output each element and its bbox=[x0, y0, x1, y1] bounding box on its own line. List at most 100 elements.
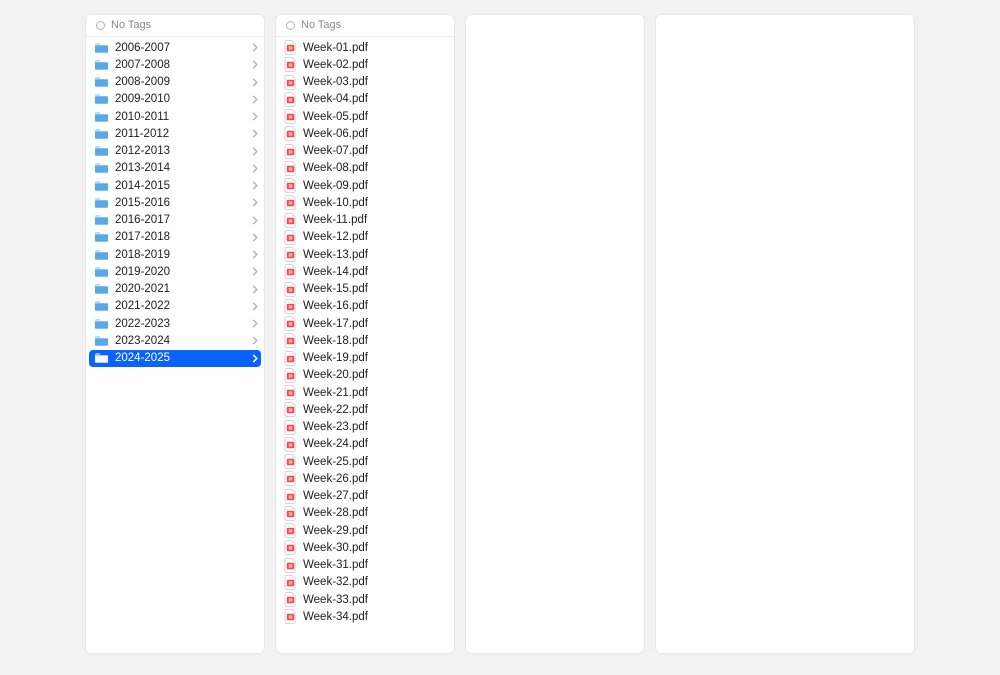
file-row[interactable]: Week-26.pdf bbox=[276, 470, 454, 487]
file-row[interactable]: Week-16.pdf bbox=[276, 298, 454, 315]
pdf-icon bbox=[284, 161, 297, 176]
file-row[interactable]: Week-15.pdf bbox=[276, 281, 454, 298]
file-row[interactable]: Week-28.pdf bbox=[276, 505, 454, 522]
file-row[interactable]: Week-01.pdf bbox=[276, 39, 454, 56]
pdf-icon bbox=[284, 299, 297, 314]
file-row[interactable]: Week-31.pdf bbox=[276, 557, 454, 574]
file-row[interactable]: Week-33.pdf bbox=[276, 591, 454, 608]
folder-label: 2016-2017 bbox=[115, 214, 252, 226]
pdf-icon bbox=[284, 402, 297, 417]
folder-row[interactable]: 2015-2016 bbox=[86, 194, 264, 211]
pdf-icon bbox=[284, 247, 297, 262]
folder-row[interactable]: 2019-2020 bbox=[86, 263, 264, 280]
chevron-right-icon bbox=[252, 147, 258, 156]
column-header-tags[interactable]: No Tags bbox=[86, 15, 264, 37]
empty-list[interactable] bbox=[466, 15, 644, 653]
folder-label: 2012-2013 bbox=[115, 145, 252, 157]
file-row[interactable]: Week-20.pdf bbox=[276, 367, 454, 384]
file-list[interactable]: Week-01.pdfWeek-02.pdfWeek-03.pdf Week-04… bbox=[276, 37, 454, 653]
file-label: Week-04.pdf bbox=[303, 93, 448, 105]
file-label: Week-08.pdf bbox=[303, 162, 448, 174]
folder-row[interactable]: 2018-2019 bbox=[86, 246, 264, 263]
file-row[interactable]: Week-22.pdf bbox=[276, 401, 454, 418]
folder-icon bbox=[94, 76, 109, 88]
chevron-right-icon bbox=[252, 43, 258, 52]
file-row[interactable]: Week-27.pdf bbox=[276, 488, 454, 505]
folder-row[interactable]: 2014-2015 bbox=[86, 177, 264, 194]
folder-row[interactable]: 2024-2025 bbox=[89, 350, 261, 367]
file-row[interactable]: Week-12.pdf bbox=[276, 229, 454, 246]
file-row[interactable]: Week-29.pdf bbox=[276, 522, 454, 539]
file-label: Week-33.pdf bbox=[303, 594, 448, 606]
file-row[interactable]: Week-08.pdf bbox=[276, 160, 454, 177]
pdf-icon bbox=[284, 75, 297, 90]
file-row[interactable]: Week-17.pdf bbox=[276, 315, 454, 332]
folder-row[interactable]: 2020-2021 bbox=[86, 281, 264, 298]
folder-label: 2011-2012 bbox=[115, 128, 252, 140]
chevron-right-icon bbox=[252, 250, 258, 259]
folder-label: 2009-2010 bbox=[115, 93, 252, 105]
file-row[interactable]: Week-11.pdf bbox=[276, 212, 454, 229]
file-row[interactable]: Week-10.pdf bbox=[276, 194, 454, 211]
pdf-icon bbox=[284, 368, 297, 383]
file-row[interactable]: Week-23.pdf bbox=[276, 419, 454, 436]
folder-icon bbox=[94, 318, 109, 330]
file-row[interactable]: Week-04.pdf bbox=[276, 91, 454, 108]
folder-icon bbox=[94, 145, 109, 157]
folder-icon bbox=[94, 335, 109, 347]
file-row[interactable]: Week-13.pdf bbox=[276, 246, 454, 263]
file-row[interactable]: Week-34.pdf bbox=[276, 608, 454, 625]
chevron-right-icon bbox=[252, 95, 258, 104]
folder-label: 2010-2011 bbox=[115, 111, 252, 123]
folder-list[interactable]: 2006-2007 2007-2008 2008-2009 2009-2010 2010… bbox=[86, 37, 264, 653]
file-row[interactable]: Week-05.pdf bbox=[276, 108, 454, 125]
tag-circle-icon bbox=[96, 21, 105, 30]
folder-row[interactable]: 2011-2012 bbox=[86, 125, 264, 142]
file-row[interactable]: Week-30.pdf bbox=[276, 539, 454, 556]
chevron-right-icon bbox=[252, 181, 258, 190]
file-row[interactable]: Week-21.pdf bbox=[276, 384, 454, 401]
file-row[interactable]: Week-19.pdf bbox=[276, 350, 454, 367]
file-row[interactable]: Week-18.pdf bbox=[276, 332, 454, 349]
folder-row[interactable]: 2021-2022 bbox=[86, 298, 264, 315]
column-header-tags[interactable]: No Tags bbox=[276, 15, 454, 37]
pdf-icon bbox=[284, 437, 297, 452]
pdf-icon bbox=[284, 144, 297, 159]
file-label: Week-18.pdf bbox=[303, 335, 448, 347]
file-row[interactable]: Week-09.pdf bbox=[276, 177, 454, 194]
file-label: Week-13.pdf bbox=[303, 249, 448, 261]
file-row[interactable]: Week-14.pdf bbox=[276, 263, 454, 280]
pdf-icon bbox=[284, 213, 297, 228]
file-label: Week-34.pdf bbox=[303, 611, 448, 623]
file-label: Week-29.pdf bbox=[303, 525, 448, 537]
file-row[interactable]: Week-07.pdf bbox=[276, 143, 454, 160]
file-label: Week-16.pdf bbox=[303, 300, 448, 312]
folder-row[interactable]: 2023-2024 bbox=[86, 332, 264, 349]
file-row[interactable]: Week-02.pdf bbox=[276, 56, 454, 73]
folder-row[interactable]: 2012-2013 bbox=[86, 143, 264, 160]
folder-row[interactable]: 2008-2009 bbox=[86, 74, 264, 91]
chevron-right-icon bbox=[252, 198, 258, 207]
folder-icon bbox=[94, 59, 109, 71]
pdf-icon bbox=[284, 351, 297, 366]
folder-row[interactable]: 2006-2007 bbox=[86, 39, 264, 56]
finder-column-3 bbox=[465, 14, 645, 654]
file-label: Week-07.pdf bbox=[303, 145, 448, 157]
file-row[interactable]: Week-06.pdf bbox=[276, 125, 454, 142]
folder-row[interactable]: 2007-2008 bbox=[86, 56, 264, 73]
folder-row[interactable]: 2022-2023 bbox=[86, 315, 264, 332]
folder-row[interactable]: 2016-2017 bbox=[86, 212, 264, 229]
folder-row[interactable]: 2010-2011 bbox=[86, 108, 264, 125]
folder-row[interactable]: 2013-2014 bbox=[86, 160, 264, 177]
file-row[interactable]: Week-03.pdf bbox=[276, 74, 454, 91]
folder-icon bbox=[94, 249, 109, 261]
pdf-icon bbox=[284, 558, 297, 573]
folder-label: 2024-2025 bbox=[115, 352, 252, 364]
pdf-icon bbox=[284, 471, 297, 486]
folder-label: 2007-2008 bbox=[115, 59, 252, 71]
folder-row[interactable]: 2009-2010 bbox=[86, 91, 264, 108]
file-row[interactable]: Week-25.pdf bbox=[276, 453, 454, 470]
file-row[interactable]: Week-32.pdf bbox=[276, 574, 454, 591]
file-row[interactable]: Week-24.pdf bbox=[276, 436, 454, 453]
folder-row[interactable]: 2017-2018 bbox=[86, 229, 264, 246]
